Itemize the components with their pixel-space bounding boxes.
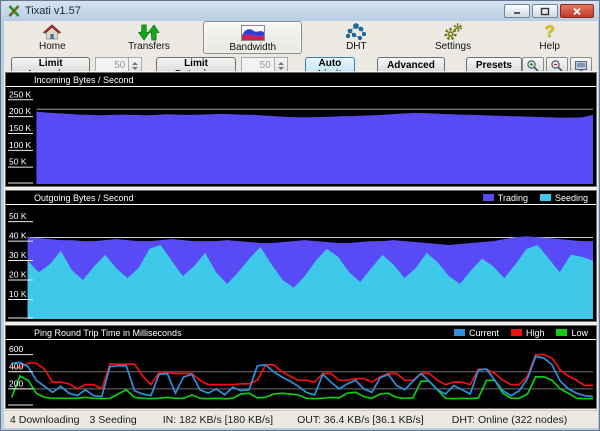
y-axis-tick-label: 30 K — [9, 250, 27, 260]
legend-item-trading: Trading — [483, 193, 528, 203]
y-axis-tick-label: 50 K — [9, 211, 27, 221]
chart-canvas: 250 K 200 K 150 K 100 K 50 K — [7, 88, 595, 184]
main-toolbar: Home Transfers — [4, 21, 598, 54]
chart-canvas: 600 400 200 — [7, 341, 595, 406]
y-axis-tick-label: 40 K — [9, 231, 27, 241]
maximize-icon — [540, 7, 550, 16]
y-axis-tick-label: 50 K — [9, 157, 27, 167]
legend-item-low: Low — [556, 328, 588, 338]
tab-bandwidth[interactable]: Bandwidth — [203, 21, 302, 54]
trading-legend-label: Trading — [498, 193, 528, 203]
ping-chart-legend: Current High Low — [454, 328, 588, 338]
maximize-button[interactable] — [532, 4, 558, 18]
status-downloading: 4 Downloading — [10, 414, 79, 426]
status-out-rate: OUT: 36.4 KB/s [36.1 KB/s] — [297, 414, 424, 426]
outgoing-chart-legend: Trading Seeding — [483, 193, 588, 203]
y-axis-tick-label: 400 — [9, 361, 23, 371]
status-bar: 4 Downloading 3 Seeding IN: 182 KB/s [18… — [4, 410, 598, 428]
incoming-chart-panel: Incoming Bytes / Second 250 K 200 K 150 K 1… — [5, 72, 597, 187]
status-dht: DHT: Online (322 nodes) — [452, 414, 568, 426]
display-options-icon — [574, 59, 588, 73]
spin-up-icon — [278, 62, 284, 65]
tab-settings-label: Settings — [435, 41, 471, 52]
close-button[interactable] — [560, 4, 594, 18]
window-controls — [504, 4, 594, 18]
y-axis-tick-label: 250 K — [9, 89, 32, 99]
tab-help[interactable]: ? Help — [501, 21, 598, 54]
titlebar[interactable]: Tixati v1.57 — [1, 1, 599, 21]
minimize-icon — [512, 7, 522, 15]
zoom-out-magnifier-icon — [550, 59, 564, 73]
tab-bandwidth-label: Bandwidth — [229, 42, 276, 53]
high-legend-label: High — [526, 328, 545, 338]
trading-swatch-icon — [483, 194, 494, 201]
current-legend-label: Current — [469, 328, 499, 338]
zoom-in-magnifier-icon — [526, 59, 540, 73]
tixati-window: Tixati v1.57 — [0, 0, 600, 431]
spin-down-icon — [278, 67, 284, 70]
spin-up-icon — [132, 62, 138, 65]
spin-down-icon — [132, 67, 138, 70]
ping-chart-plot: 600 400 200 — [7, 341, 595, 406]
ping-chart-title: Ping Round Trip Time in Milliseconds — [34, 328, 182, 338]
tab-settings[interactable]: Settings — [405, 21, 502, 54]
ping-chart-header: Ping Round Trip Time in Milliseconds Cur… — [6, 326, 596, 340]
home-icon — [42, 23, 62, 41]
incoming-chart-plot: 250 K 200 K 150 K 100 K 50 K — [7, 88, 595, 184]
transfers-arrows-icon — [138, 23, 160, 41]
legend-item-high: High — [511, 328, 545, 338]
tab-dht-label: DHT — [346, 41, 367, 52]
status-in-rate: IN: 182 KB/s [180 KB/s] — [163, 414, 273, 426]
y-axis-tick-label: 600 — [9, 344, 23, 354]
incoming-chart-header: Incoming Bytes / Second — [6, 73, 596, 87]
ping-chart-panel: Ping Round Trip Time in Milliseconds Cur… — [5, 325, 597, 409]
legend-item-current: Current — [454, 328, 499, 338]
current-swatch-icon — [454, 329, 465, 336]
outgoing-chart-plot: 50 K 40 K 30 K 20 K 10 K — [7, 206, 595, 319]
tab-transfers-label: Transfers — [128, 41, 170, 52]
seeding-swatch-icon — [540, 194, 551, 201]
y-axis-tick-label: 20 K — [9, 270, 27, 280]
minimize-button[interactable] — [504, 4, 530, 18]
outgoing-chart-panel: Outgoing Bytes / Second Trading Seeding … — [5, 190, 597, 322]
outgoing-chart-header: Outgoing Bytes / Second Trading Seeding — [6, 191, 596, 205]
low-legend-label: Low — [571, 328, 588, 338]
y-axis-tick-label: 200 K — [9, 106, 32, 116]
tab-help-label: Help — [539, 41, 560, 52]
bandwidth-graph-icon — [241, 24, 265, 42]
tab-transfers[interactable]: Transfers — [101, 21, 198, 54]
y-axis-tick-label: 100 K — [9, 140, 32, 150]
incoming-chart-title: Incoming Bytes / Second — [34, 75, 134, 85]
tab-home[interactable]: Home — [4, 21, 101, 54]
y-axis-tick-label: 10 K — [9, 289, 27, 299]
close-icon — [572, 7, 582, 16]
low-swatch-icon — [556, 329, 567, 336]
tab-dht[interactable]: DHT — [308, 21, 405, 54]
seeding-legend-label: Seeding — [555, 193, 588, 203]
y-axis-tick-label: 150 K — [9, 123, 32, 133]
window-title: Tixati v1.57 — [25, 5, 504, 17]
dht-network-icon — [345, 23, 367, 41]
outgoing-chart-title: Outgoing Bytes / Second — [34, 193, 134, 203]
status-seeding: 3 Seeding — [89, 414, 136, 426]
window-body: Home Transfers — [4, 21, 598, 428]
help-question-icon: ? — [545, 23, 555, 41]
high-swatch-icon — [511, 329, 522, 336]
tixati-logo-icon — [7, 4, 21, 18]
settings-gears-icon — [442, 23, 464, 41]
legend-item-seeding: Seeding — [540, 193, 588, 203]
chart-canvas: 50 K 40 K 30 K 20 K 10 K — [7, 206, 595, 319]
tab-home-label: Home — [39, 41, 66, 52]
y-axis-tick-label: 200 — [9, 378, 23, 388]
